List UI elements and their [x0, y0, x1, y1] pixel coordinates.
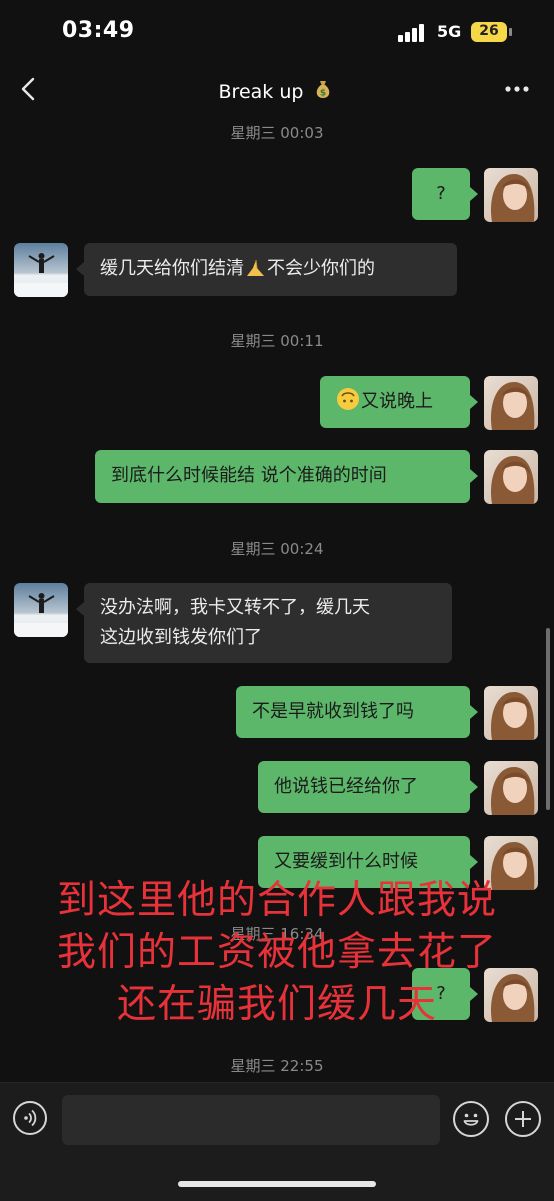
plus-icon	[515, 1111, 531, 1127]
more-dots-icon	[505, 86, 529, 92]
message-text: 又要缓到什么时候	[274, 851, 418, 872]
message-text: ?	[436, 183, 446, 204]
user-avatar-image	[484, 761, 538, 815]
message-input[interactable]	[62, 1095, 440, 1145]
status-bar: 03:49 5G 26	[0, 0, 554, 62]
annotation-line: 我们的工资被他拿去花了	[56, 930, 497, 975]
bubble-tail	[76, 602, 84, 616]
message-bubble-sent[interactable]: 不是早就收到钱了吗	[236, 686, 470, 738]
timestamp: 星期三 00:24	[230, 540, 324, 558]
annotation-overlay: 到这里他的合作人跟我说 我们的工资被他拿去花了 还在骗我们缓几天	[0, 875, 554, 1031]
message-text: 缓几天给你们结清	[100, 258, 244, 279]
voice-input-button[interactable]	[13, 1101, 47, 1135]
battery-level: 26	[479, 23, 499, 39]
message-text: 又说晚上	[361, 391, 433, 412]
timestamp: 星期三 00:11	[230, 332, 324, 350]
home-indicator[interactable]	[178, 1181, 376, 1187]
contact-avatar-image	[14, 243, 68, 297]
annotation-line: 还在骗我们缓几天	[116, 982, 437, 1027]
user-avatar-image	[484, 376, 538, 430]
timestamp: 星期三 22:55	[230, 1057, 324, 1075]
message-bubble-sent[interactable]: 到底什么时候能结 说个准确的时间	[95, 450, 470, 503]
avatar[interactable]	[14, 243, 68, 297]
message-bubble-received[interactable]: 缓几天给你们结清 不会少你们的	[84, 243, 457, 296]
avatar[interactable]	[14, 583, 68, 637]
message-bubble-sent[interactable]: 他说钱已经给你了	[258, 761, 470, 813]
bubble-tail	[470, 855, 478, 869]
timestamp: 星期三 00:03	[230, 124, 324, 142]
svg-text:$: $	[320, 89, 326, 99]
message-bubble-sent[interactable]: 又说晚上	[320, 376, 470, 428]
bubble-tail	[470, 780, 478, 794]
message-text-line: 这边收到钱发你们了	[100, 627, 262, 648]
scrollbar[interactable]	[546, 628, 550, 810]
user-avatar-image	[484, 450, 538, 504]
battery-cap	[509, 28, 512, 36]
avatar[interactable]	[484, 376, 538, 430]
bubble-tail	[470, 187, 478, 201]
bubble-tail	[470, 395, 478, 409]
praying-hands-icon	[247, 259, 264, 276]
more-options-button[interactable]	[500, 76, 534, 102]
chat-title: Break up $	[0, 77, 554, 103]
message-text-continued: 不会少你们的	[267, 258, 375, 279]
avatar[interactable]	[484, 168, 538, 222]
signal-strength-icon	[398, 24, 426, 42]
bubble-tail	[76, 262, 84, 276]
bubble-tail	[470, 705, 478, 719]
message-text: 他说钱已经给你了	[274, 776, 418, 797]
chat-title-text: Break up	[218, 81, 304, 103]
battery-icon: 26	[471, 22, 507, 42]
contact-avatar-image	[14, 583, 68, 637]
more-actions-button[interactable]	[505, 1101, 541, 1137]
avatar[interactable]	[484, 450, 538, 504]
emoji-button[interactable]	[453, 1101, 489, 1137]
message-text: 到底什么时候能结 说个准确的时间	[111, 465, 387, 486]
message-text: 不是早就收到钱了吗	[252, 701, 414, 722]
annotation-line: 到这里他的合作人跟我说	[56, 878, 497, 923]
message-text-line: 没办法啊，我卡又转不了，缓几天	[100, 597, 370, 618]
status-time: 03:49	[62, 18, 135, 43]
upside-down-face-icon	[337, 388, 359, 410]
smiley-icon	[463, 1113, 479, 1126]
chat-header: Break up $	[0, 62, 554, 118]
voice-icon	[24, 1109, 37, 1127]
user-avatar-image	[484, 686, 538, 740]
bubble-tail	[470, 469, 478, 483]
network-type: 5G	[437, 22, 462, 41]
money-bag-icon: $	[317, 81, 330, 99]
message-bubble-received[interactable]: 没办法啊，我卡又转不了，缓几天 这边收到钱发你们了	[84, 583, 452, 663]
message-bubble-sent[interactable]: ?	[412, 168, 470, 220]
avatar[interactable]	[484, 761, 538, 815]
user-avatar-image	[484, 168, 538, 222]
avatar[interactable]	[484, 686, 538, 740]
